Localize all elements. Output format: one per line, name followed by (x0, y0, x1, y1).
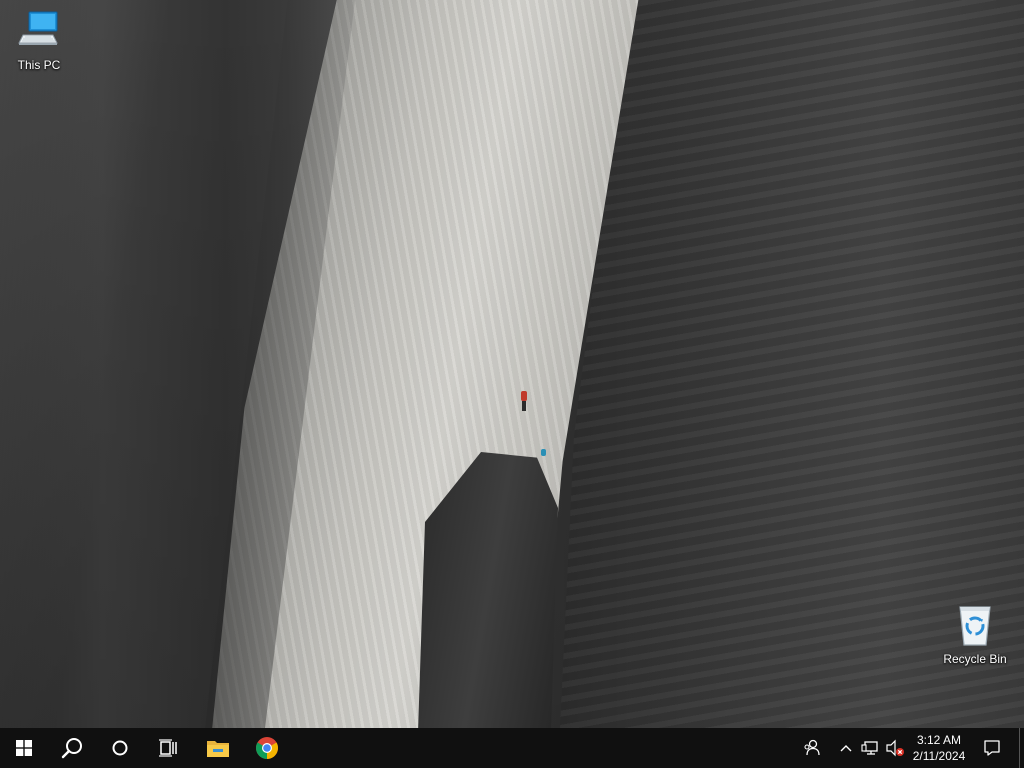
file-explorer-button[interactable] (194, 728, 242, 768)
search-button[interactable] (48, 728, 96, 768)
start-button[interactable] (0, 728, 48, 768)
desktop-icon-label: This PC (17, 58, 61, 72)
wallpaper-climber-legs (522, 401, 526, 411)
task-view-button[interactable] (144, 728, 192, 768)
notification-icon (984, 740, 1000, 756)
clock-date: 2/11/2024 (912, 749, 966, 763)
task-view-icon (159, 739, 177, 757)
cortana-circle-icon (112, 740, 128, 756)
cortana-button[interactable] (96, 728, 144, 768)
recycle-bin-icon (959, 606, 991, 646)
clock-time: 3:12 AM (916, 733, 962, 747)
network-button[interactable] (858, 728, 882, 768)
taskbar: 3:12 AM 2/11/2024 (0, 728, 1024, 768)
people-button[interactable] (798, 728, 826, 768)
this-pc-icon (18, 11, 58, 45)
volume-button[interactable] (883, 728, 907, 768)
clock[interactable]: 3:12 AM 2/11/2024 (908, 728, 970, 768)
chrome-button[interactable] (243, 728, 291, 768)
action-center-button[interactable] (978, 728, 1006, 768)
show-desktop-button[interactable] (1019, 728, 1024, 768)
network-icon (861, 741, 878, 755)
chevron-up-icon (840, 745, 852, 752)
chrome-icon (256, 737, 278, 759)
desktop-icon-this-pc[interactable]: This PC (1, 9, 77, 72)
file-explorer-icon (207, 741, 229, 757)
wallpaper-climber-belayer (541, 449, 546, 456)
volume-muted-icon (886, 739, 904, 757)
people-icon (804, 739, 820, 756)
windows-start-icon (16, 740, 32, 756)
desktop-icon-label: Recycle Bin (943, 652, 1007, 666)
wallpaper-climber (521, 391, 527, 401)
show-hidden-icons-button[interactable] (836, 728, 856, 768)
search-icon (61, 738, 82, 759)
desktop[interactable]: This PC Recycle Bin (0, 0, 1024, 728)
desktop-icon-recycle-bin[interactable]: Recycle Bin (937, 603, 1013, 666)
